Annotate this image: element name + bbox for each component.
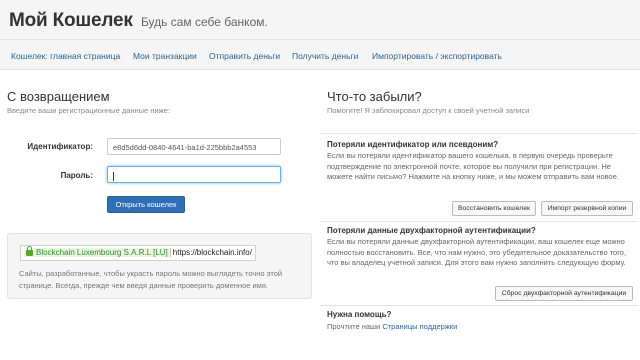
open-wallet-button[interactable]: Открыть кошелек [107, 196, 185, 213]
restore-wallet-button[interactable]: Восстановить кошелек [452, 201, 536, 216]
identifier-field[interactable]: e8d5d6dd-0840-4641-ba1d-225bbb2a4553 [107, 138, 281, 155]
need-help-body: Прочтите наши Страницы поддержки [327, 322, 627, 333]
address-bar-example: Blockchain Luxembourg S.A.R.L [LU] https:… [20, 245, 256, 261]
main-nav: Кошелек: главная страница Мои транзакции… [0, 40, 640, 70]
app-tagline: Будь сам себе банком. [140, 15, 268, 29]
nav-transactions[interactable]: Мои транзакции [133, 51, 197, 61]
lost-id-title: Потеряли идентификатор или псевдоним? [327, 140, 499, 149]
warning-text: Сайты, разработанные, чтобы украсть паро… [19, 269, 283, 290]
header-bar: Мой Кошелек Будь сам себе банком. [0, 0, 640, 40]
url-text: https://blockchain.info/ [172, 248, 252, 257]
divider [320, 221, 638, 222]
app-title[interactable]: Мой Кошелек [9, 10, 133, 31]
identifier-label: Идентификатор: [27, 142, 93, 151]
lost-2fa-body: Если вы потеряли данные двухфакторной ау… [327, 237, 627, 267]
need-help-prefix: Прочтите наши [327, 322, 381, 331]
nav-import-export[interactable]: Импортировать / экспортировать [372, 51, 502, 61]
need-help-title: Нужна помощь? [327, 310, 392, 319]
import-backup-button[interactable]: Импорт резервной копии [541, 201, 633, 216]
brand: Мой Кошелек Будь сам себе банком. [9, 10, 268, 32]
help-heading: Что-то забыли? [327, 89, 422, 104]
nav-wallet-home[interactable]: Кошелек: главная страница [11, 51, 120, 61]
text-caret [113, 171, 114, 181]
password-label: Пароль: [60, 171, 93, 180]
lost-2fa-title: Потеряли данные двухфакторной аутентифик… [327, 226, 536, 235]
nav-send-money[interactable]: Отправить деньги [209, 51, 280, 61]
phishing-warning: Blockchain Luxembourg S.A.R.L [LU] https:… [7, 233, 312, 299]
ev-certificate-badge: Blockchain Luxembourg S.A.R.L [LU] [24, 246, 171, 257]
ev-name: Blockchain Luxembourg S.A.R.L [LU] [36, 248, 168, 257]
lock-icon [26, 246, 33, 256]
support-pages-link[interactable]: Страницы поддержки [382, 322, 457, 331]
lost-id-body: Если вы потеряли идентификатор вашего ко… [327, 151, 619, 181]
login-heading: С возвращением [7, 89, 110, 104]
login-subtext: Введите ваши регистрационные данные ниже… [7, 106, 170, 115]
nav-receive-money[interactable]: Получить деньги [292, 51, 358, 61]
reset-2fa-button[interactable]: Сброс двухфакторной аутентификации [495, 286, 633, 301]
divider [320, 133, 638, 134]
help-subtext: Помогите! Я заблокировал доступ к своей … [327, 106, 530, 115]
password-field[interactable] [107, 166, 281, 183]
divider [320, 305, 638, 306]
